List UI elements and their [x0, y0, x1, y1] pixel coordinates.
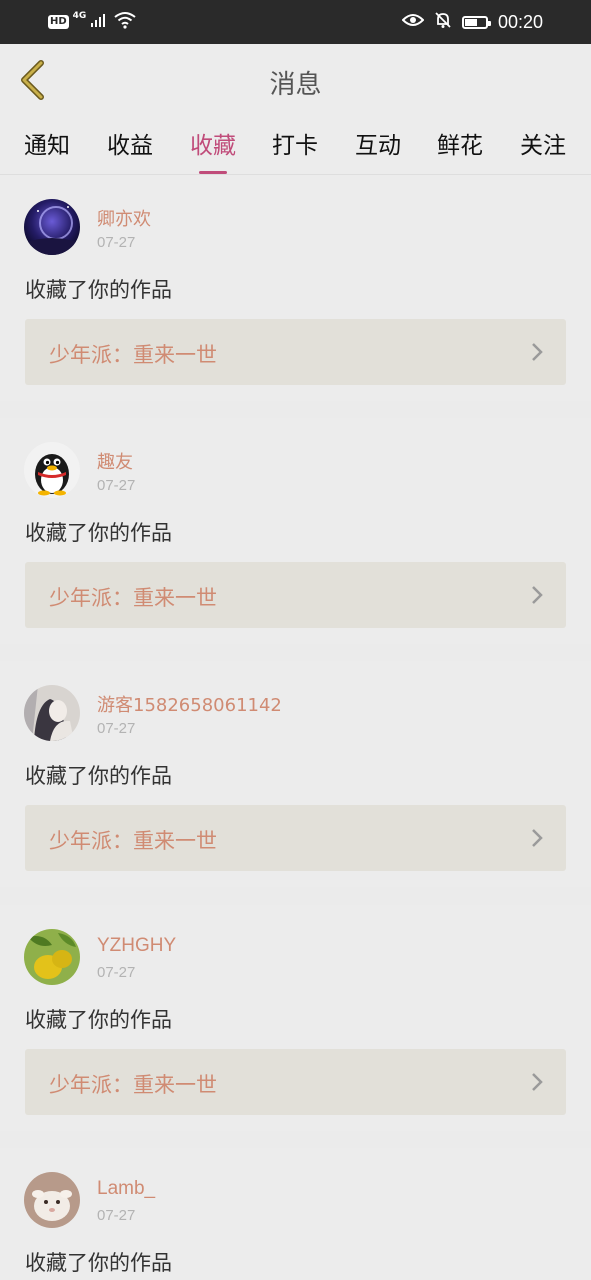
clock: 00:20 [497, 11, 543, 32]
tab-favorites[interactable]: 收藏 [183, 126, 243, 174]
work-link[interactable]: 少年派：重来一世 [25, 562, 566, 628]
status-right: 00:20 [401, 10, 543, 34]
work-title: 少年派：重来一世 [49, 343, 217, 367]
work-link[interactable]: 少年派：重来一世 [25, 805, 566, 871]
list-item: 趣友 07-27 收藏了你的作品 少年派：重来一世 [0, 418, 591, 644]
work-title: 少年派：重来一世 [49, 1073, 217, 1097]
work-link[interactable]: 少年派：重来一世 [25, 319, 566, 385]
username[interactable]: 卿亦欢 [97, 205, 151, 231]
tab-label: 关注 [520, 133, 566, 159]
tab-label: 收藏 [190, 133, 236, 159]
work-title: 少年派：重来一世 [49, 829, 217, 853]
bell-muted-icon [434, 11, 452, 33]
chevron-right-icon [532, 343, 543, 361]
tab-interaction[interactable]: 互动 [348, 126, 408, 160]
timestamp: 07-27 [97, 964, 136, 981]
action-text: 收藏了你的作品 [25, 764, 172, 788]
tab-follow[interactable]: 关注 [513, 126, 573, 160]
status-left: HD 4G [48, 11, 136, 33]
chevron-right-icon [532, 586, 543, 604]
tab-label: 打卡 [272, 133, 318, 159]
chevron-right-icon [532, 1073, 543, 1091]
tab-checkin[interactable]: 打卡 [265, 126, 325, 160]
list-item: 卿亦欢 07-27 收藏了你的作品 少年派：重来一世 [0, 175, 591, 401]
network-type: 4G [72, 11, 87, 21]
timestamp: 07-27 [97, 1207, 136, 1224]
signal-icon [90, 12, 106, 32]
hd-badge: HD [48, 15, 69, 29]
status-bar: HD 4G 00:20 [0, 0, 591, 44]
timestamp: 07-27 [97, 720, 136, 737]
avatar[interactable] [24, 1172, 80, 1228]
timestamp: 07-27 [97, 477, 136, 494]
tab-bar: 通知 收益 收藏 打卡 互动 鲜花 关注 [0, 118, 591, 175]
work-link[interactable]: 少年派：重来一世 [25, 1049, 566, 1115]
tab-earnings[interactable]: 收益 [100, 126, 160, 160]
action-text: 收藏了你的作品 [25, 278, 172, 302]
tab-label: 鲜花 [437, 133, 483, 159]
nav-bar: 消息 [0, 44, 591, 118]
tab-flowers[interactable]: 鲜花 [430, 126, 490, 160]
username[interactable]: YZHGHY [97, 935, 176, 957]
tab-label: 互动 [355, 133, 401, 159]
action-text: 收藏了你的作品 [25, 521, 172, 545]
tab-notifications[interactable]: 通知 [17, 126, 77, 160]
username[interactable]: 趣友 [97, 448, 133, 474]
username[interactable]: Lamb_ [97, 1178, 155, 1200]
battery-icon [461, 15, 491, 29]
avatar[interactable] [24, 442, 80, 498]
avatar[interactable] [24, 199, 80, 255]
tab-label: 收益 [107, 133, 153, 159]
action-text: 收藏了你的作品 [25, 1008, 172, 1032]
list-item: YZHGHY 07-27 收藏了你的作品 少年派：重来一世 [0, 905, 591, 1131]
username[interactable]: 游客1582658061142 [97, 691, 282, 717]
work-title: 少年派：重来一世 [49, 586, 217, 610]
list-item: Lamb_ 07-27 收藏了你的作品 [0, 1148, 591, 1280]
avatar[interactable] [24, 685, 80, 741]
action-text: 收藏了你的作品 [25, 1251, 172, 1275]
wifi-icon [114, 11, 136, 33]
chevron-right-icon [532, 829, 543, 847]
list-item: 游客1582658061142 07-27 收藏了你的作品 少年派：重来一世 [0, 661, 591, 887]
active-tab-indicator [199, 171, 227, 174]
timestamp: 07-27 [97, 234, 136, 251]
battery-level [464, 18, 477, 26]
tab-label: 通知 [24, 133, 70, 159]
eye-icon [401, 12, 425, 32]
page-title: 消息 [269, 70, 322, 100]
avatar[interactable] [24, 929, 80, 985]
